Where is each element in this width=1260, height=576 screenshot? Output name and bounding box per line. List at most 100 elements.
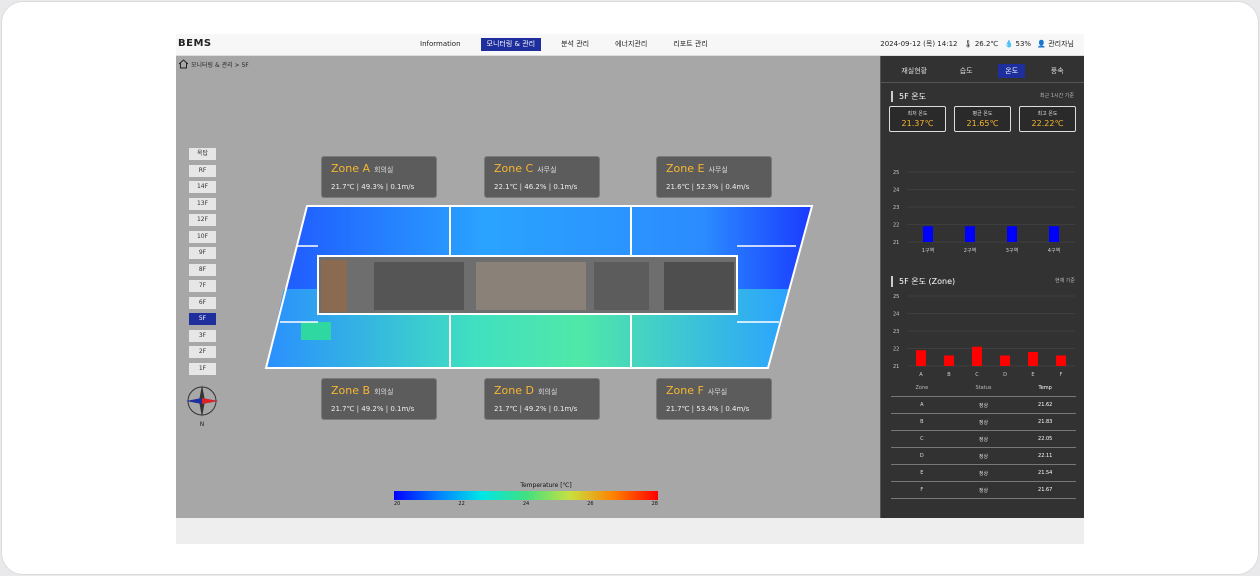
x-tick-label: 2구역: [964, 247, 976, 254]
bar: [1000, 355, 1010, 366]
zone-wind: 0.1m/s: [390, 183, 415, 191]
y-tick-label: 25: [893, 170, 899, 176]
x-tick-label: E: [1031, 372, 1034, 378]
nav-energy[interactable]: 에너지관리: [609, 38, 653, 51]
floor-button[interactable]: RF: [189, 164, 216, 177]
user-name[interactable]: 관리자님: [1048, 40, 1074, 48]
table-header: Zone Status Temp: [891, 380, 1076, 397]
table-row[interactable]: F 정상 21.67: [891, 482, 1076, 499]
section-note: 최근 1시간 기준: [1040, 93, 1074, 99]
zone-name: Zone F: [666, 384, 704, 397]
zone-wind: 0.1m/s: [553, 405, 578, 413]
table-row[interactable]: E 정상 21.54: [891, 465, 1076, 482]
floor-temp-chart: 25 24 23 22 21 1구역 2구역 3구역 4구역: [893, 170, 1075, 254]
bar: [1028, 352, 1038, 366]
stat-value: 21.37℃: [901, 119, 934, 128]
panel-tabs: 재실현황 습도 온도 풍속: [881, 56, 1084, 83]
table-cell: C: [920, 436, 924, 442]
table-cell: A: [920, 402, 924, 408]
x-tick-label: D: [1003, 372, 1007, 378]
nav-report[interactable]: 리포트 관리: [667, 38, 713, 51]
temperature-legend: Temperature [℃] 20 22 24 26 28: [394, 482, 658, 512]
svg-text:N: N: [200, 421, 205, 428]
floorplan-heatmap[interactable]: [264, 204, 814, 374]
floor-button-active[interactable]: 5F: [189, 313, 216, 325]
table-header-cell: Zone: [915, 385, 929, 391]
zone-card-d[interactable]: Zone D 회의실 21.7℃ | 49.2% | 0.1m/s: [484, 378, 600, 420]
tab-humidity[interactable]: 습도: [953, 64, 980, 78]
stat-avg: 평균 온도 21.65℃: [954, 106, 1011, 132]
y-tick-label: 23: [893, 329, 899, 335]
stat-label: 평균 온도: [972, 111, 993, 117]
home-icon[interactable]: [178, 59, 189, 69]
nav-information[interactable]: Information: [414, 38, 467, 51]
stat-max: 최고 온도 22.22℃: [1019, 106, 1076, 132]
floor-button[interactable]: 10F: [189, 230, 216, 243]
nav-monitoring[interactable]: 모니터링 & 관리: [480, 38, 542, 51]
app-logo[interactable]: BEMS: [178, 38, 212, 49]
section-note: 현재 기준: [1055, 278, 1075, 284]
nav-analysis[interactable]: 분석 관리: [555, 38, 595, 51]
zone-card-c[interactable]: Zone C 사무실 22.1℃ | 46.2% | 0.1m/s: [484, 156, 600, 198]
table-cell: 22.11: [1038, 453, 1053, 459]
y-tick-label: 25: [893, 294, 899, 300]
table-cell: 정상: [978, 402, 989, 409]
table-header-cell: Status: [975, 385, 992, 391]
breadcrumb-text: 모니터링 & 관리 > 5F: [191, 61, 249, 69]
zone-sub: 사무실: [707, 388, 728, 396]
bar: [916, 350, 926, 366]
table-cell: B: [920, 419, 924, 425]
table-cell: D: [919, 453, 924, 459]
floor-list: 옥탑 RF 14F 13F 12F 10F 9F 8F 7F 6F 5F 3F …: [189, 148, 216, 379]
zone-card-e[interactable]: Zone E 사무실 21.6℃ | 52.3% | 0.4m/s: [656, 156, 772, 198]
table-cell: 21.54: [1038, 470, 1053, 476]
floor-button[interactable]: 12F: [189, 214, 216, 226]
tab-occupancy[interactable]: 재실현황: [894, 64, 934, 78]
legend-tick: 28: [651, 501, 658, 507]
stat-label: 최저 온도: [907, 111, 928, 117]
legend-ticks: 20 22 24 26 28: [394, 501, 658, 507]
floor-button[interactable]: 1F: [189, 362, 216, 375]
tab-wind[interactable]: 풍속: [1044, 64, 1071, 78]
floor-button[interactable]: 8F: [189, 263, 216, 276]
zone-hum: 53.4%: [696, 405, 719, 413]
table-cell: 정상: [978, 436, 989, 443]
zone-temp-chart: 25 24 23 22 21 A B C D E F: [893, 294, 1075, 378]
zone-name: Zone E: [666, 162, 705, 175]
legend-tick: 20: [394, 501, 401, 507]
zone-temp: 21.7℃: [666, 405, 690, 413]
zone-wind: 0.1m/s: [553, 183, 578, 191]
table-row[interactable]: C 정상 22.05: [891, 431, 1076, 448]
zone-card-b[interactable]: Zone B 회의실 21.7℃ | 49.2% | 0.1m/s: [321, 378, 437, 420]
x-tick-label: A: [919, 372, 923, 378]
x-tick-label: 3구역: [1006, 247, 1018, 254]
tab-temperature[interactable]: 온도: [998, 64, 1026, 78]
zone-hum: 52.3%: [696, 183, 719, 191]
humidity-value: 53%: [1015, 40, 1032, 48]
zone-card-f[interactable]: Zone F 사무실 21.7℃ | 53.4% | 0.4m/s: [656, 378, 772, 420]
floor-button[interactable]: 2F: [189, 346, 216, 358]
table-cell: 정상: [978, 419, 989, 426]
section-zone-temp: 5F 온도 (Zone) 현재 기준: [881, 276, 1084, 287]
table-row[interactable]: D 정상 22.11: [891, 448, 1076, 465]
zone-sub: 사무실: [537, 166, 557, 174]
zone-card-a[interactable]: Zone A 회의실 21.7℃ | 49.3% | 0.1m/s: [321, 156, 437, 198]
stat-value: 21.65℃: [966, 119, 999, 128]
bar: [944, 355, 954, 366]
floor-button[interactable]: 13F: [189, 197, 216, 210]
floor-button[interactable]: 7F: [189, 280, 216, 292]
floor-button[interactable]: 3F: [189, 329, 216, 342]
y-tick-label: 22: [893, 223, 899, 229]
stat-value: 22.22℃: [1031, 119, 1064, 128]
zone-temp: 21.7℃: [494, 405, 518, 413]
y-tick-label: 21: [893, 240, 899, 246]
zone-sub: 회의실: [374, 166, 394, 174]
x-tick-label: B: [947, 372, 951, 378]
table-row[interactable]: A 정상 21.62: [891, 397, 1076, 414]
floor-button[interactable]: 옥탑: [189, 148, 216, 160]
table-row[interactable]: B 정상 21.83: [891, 414, 1076, 431]
floor-button[interactable]: 14F: [189, 181, 216, 193]
floor-button[interactable]: 9F: [189, 247, 216, 259]
floor-button[interactable]: 6F: [189, 296, 216, 309]
table-cell: 21.83: [1038, 419, 1053, 425]
